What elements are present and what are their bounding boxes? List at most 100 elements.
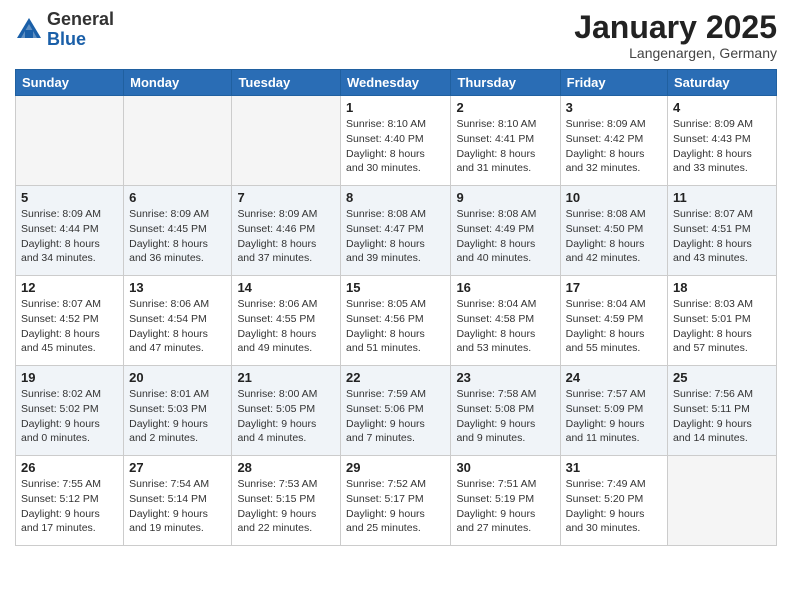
day-info: Sunrise: 8:09 AM Sunset: 4:43 PM Dayligh… [673, 117, 771, 176]
logo: General Blue [15, 10, 114, 50]
calendar-cell: 7 Sunrise: 8:09 AM Sunset: 4:46 PM Daylig… [232, 186, 341, 276]
day-info: Sunrise: 8:08 AM Sunset: 4:49 PM Dayligh… [456, 207, 554, 266]
header: General Blue January 2025 Langenargen, G… [15, 10, 777, 61]
day-info: Sunrise: 8:08 AM Sunset: 4:47 PM Dayligh… [346, 207, 445, 266]
calendar-cell: 20 Sunrise: 8:01 AM Sunset: 5:03 PM Dayli… [124, 366, 232, 456]
day-info: Sunrise: 8:07 AM Sunset: 4:52 PM Dayligh… [21, 297, 118, 356]
calendar-week-row: 5Sunrise: 8:09 AM Sunset: 4:44 PM Daylig… [16, 186, 777, 276]
day-number: 9 [456, 190, 554, 205]
calendar-cell: 24 Sunrise: 7:57 AM Sunset: 5:09 PM Dayli… [560, 366, 667, 456]
day-info: Sunrise: 8:10 AM Sunset: 4:41 PM Dayligh… [456, 117, 554, 176]
col-wednesday: Wednesday [341, 70, 451, 96]
day-info: Sunrise: 7:57 AM Sunset: 5:09 PM Dayligh… [566, 387, 662, 446]
day-info: Sunrise: 7:54 AM Sunset: 5:14 PM Dayligh… [129, 477, 226, 536]
day-info: Sunrise: 8:10 AM Sunset: 4:40 PM Dayligh… [346, 117, 445, 176]
logo-general: General [47, 9, 114, 29]
day-number: 15 [346, 280, 445, 295]
day-number: 24 [566, 370, 662, 385]
day-info: Sunrise: 8:01 AM Sunset: 5:03 PM Dayligh… [129, 387, 226, 446]
day-number: 18 [673, 280, 771, 295]
calendar-cell: 29Sunrise: 7:52 AM Sunset: 5:17 PM Dayli… [341, 456, 451, 546]
day-info: Sunrise: 8:06 AM Sunset: 4:54 PM Dayligh… [129, 297, 226, 356]
day-info: Sunrise: 8:09 AM Sunset: 4:42 PM Dayligh… [566, 117, 662, 176]
logo-icon [15, 16, 43, 44]
calendar-week-row: 19 Sunrise: 8:02 AM Sunset: 5:02 PM Dayli… [16, 366, 777, 456]
calendar-cell [16, 96, 124, 186]
logo-blue: Blue [47, 29, 86, 49]
calendar-cell: 26 Sunrise: 7:55 AM Sunset: 5:12 PM Dayli… [16, 456, 124, 546]
calendar-cell: 12 Sunrise: 8:07 AM Sunset: 4:52 PM Dayli… [16, 276, 124, 366]
calendar-header-row: Sunday Monday Tuesday Wednesday Thursday… [16, 70, 777, 96]
day-info: Sunrise: 8:00 AM Sunset: 5:05 PM Dayligh… [237, 387, 335, 446]
day-info: Sunrise: 8:06 AM Sunset: 4:55 PM Dayligh… [237, 297, 335, 356]
logo-text: General Blue [47, 10, 114, 50]
day-info: Sunrise: 7:49 AM Sunset: 5:20 PM Dayligh… [566, 477, 662, 536]
calendar-cell: 1 Sunrise: 8:10 AM Sunset: 4:40 PM Daylig… [341, 96, 451, 186]
day-info: Sunrise: 8:08 AM Sunset: 4:50 PM Dayligh… [566, 207, 662, 266]
calendar-cell: 13 Sunrise: 8:06 AM Sunset: 4:54 PM Dayli… [124, 276, 232, 366]
day-number: 6 [129, 190, 226, 205]
day-info: Sunrise: 7:52 AM Sunset: 5:17 PM Dayligh… [346, 477, 445, 536]
calendar-cell: 4 Sunrise: 8:09 AM Sunset: 4:43 PM Daylig… [668, 96, 777, 186]
calendar-cell: 18 Sunrise: 8:03 AM Sunset: 5:01 PM Dayli… [668, 276, 777, 366]
calendar-cell [124, 96, 232, 186]
day-number: 7 [237, 190, 335, 205]
col-saturday: Saturday [668, 70, 777, 96]
day-number: 26 [21, 460, 118, 475]
day-number: 8 [346, 190, 445, 205]
calendar-cell [232, 96, 341, 186]
day-number: 20 [129, 370, 226, 385]
col-tuesday: Tuesday [232, 70, 341, 96]
day-number: 12 [21, 280, 118, 295]
col-monday: Monday [124, 70, 232, 96]
day-number: 30 [456, 460, 554, 475]
calendar-cell: 17 Sunrise: 8:04 AM Sunset: 4:59 PM Dayli… [560, 276, 667, 366]
calendar-cell: 28Sunrise: 7:53 AM Sunset: 5:15 PM Dayli… [232, 456, 341, 546]
col-friday: Friday [560, 70, 667, 96]
calendar-cell: 6 Sunrise: 8:09 AM Sunset: 4:45 PM Daylig… [124, 186, 232, 276]
day-number: 25 [673, 370, 771, 385]
day-info: Sunrise: 8:09 AM Sunset: 4:46 PM Dayligh… [237, 207, 335, 266]
day-info: Sunrise: 8:04 AM Sunset: 4:59 PM Dayligh… [566, 297, 662, 356]
day-info: Sunrise: 8:02 AM Sunset: 5:02 PM Dayligh… [21, 387, 118, 446]
calendar-cell: 5Sunrise: 8:09 AM Sunset: 4:44 PM Daylig… [16, 186, 124, 276]
title-block: January 2025 Langenargen, Germany [574, 10, 777, 61]
day-number: 2 [456, 100, 554, 115]
day-info: Sunrise: 7:58 AM Sunset: 5:08 PM Dayligh… [456, 387, 554, 446]
day-info: Sunrise: 7:55 AM Sunset: 5:12 PM Dayligh… [21, 477, 118, 536]
day-number: 17 [566, 280, 662, 295]
day-info: Sunrise: 7:56 AM Sunset: 5:11 PM Dayligh… [673, 387, 771, 446]
day-number: 1 [346, 100, 445, 115]
calendar-cell: 8 Sunrise: 8:08 AM Sunset: 4:47 PM Daylig… [341, 186, 451, 276]
day-number: 5 [21, 190, 118, 205]
day-number: 19 [21, 370, 118, 385]
day-number: 4 [673, 100, 771, 115]
day-info: Sunrise: 8:07 AM Sunset: 4:51 PM Dayligh… [673, 207, 771, 266]
day-info: Sunrise: 8:05 AM Sunset: 4:56 PM Dayligh… [346, 297, 445, 356]
calendar-cell: 27Sunrise: 7:54 AM Sunset: 5:14 PM Dayli… [124, 456, 232, 546]
calendar-cell: 30 Sunrise: 7:51 AM Sunset: 5:19 PM Dayli… [451, 456, 560, 546]
calendar-cell: 3Sunrise: 8:09 AM Sunset: 4:42 PM Daylig… [560, 96, 667, 186]
calendar-cell: 11Sunrise: 8:07 AM Sunset: 4:51 PM Dayli… [668, 186, 777, 276]
day-info: Sunrise: 7:51 AM Sunset: 5:19 PM Dayligh… [456, 477, 554, 536]
calendar-cell: 21Sunrise: 8:00 AM Sunset: 5:05 PM Dayli… [232, 366, 341, 456]
day-number: 13 [129, 280, 226, 295]
day-info: Sunrise: 7:53 AM Sunset: 5:15 PM Dayligh… [237, 477, 335, 536]
calendar-cell: 22 Sunrise: 7:59 AM Sunset: 5:06 PM Dayli… [341, 366, 451, 456]
page: General Blue January 2025 Langenargen, G… [0, 0, 792, 561]
day-number: 10 [566, 190, 662, 205]
calendar-cell: 14 Sunrise: 8:06 AM Sunset: 4:55 PM Dayli… [232, 276, 341, 366]
day-info: Sunrise: 8:03 AM Sunset: 5:01 PM Dayligh… [673, 297, 771, 356]
day-info: Sunrise: 7:59 AM Sunset: 5:06 PM Dayligh… [346, 387, 445, 446]
month-title: January 2025 [574, 10, 777, 45]
location: Langenargen, Germany [574, 45, 777, 61]
day-info: Sunrise: 8:09 AM Sunset: 4:45 PM Dayligh… [129, 207, 226, 266]
col-thursday: Thursday [451, 70, 560, 96]
day-number: 31 [566, 460, 662, 475]
day-number: 22 [346, 370, 445, 385]
calendar-cell: 25 Sunrise: 7:56 AM Sunset: 5:11 PM Dayli… [668, 366, 777, 456]
calendar-cell: 9 Sunrise: 8:08 AM Sunset: 4:49 PM Daylig… [451, 186, 560, 276]
calendar-cell: 23Sunrise: 7:58 AM Sunset: 5:08 PM Dayli… [451, 366, 560, 456]
day-number: 14 [237, 280, 335, 295]
calendar-week-row: 12 Sunrise: 8:07 AM Sunset: 4:52 PM Dayli… [16, 276, 777, 366]
